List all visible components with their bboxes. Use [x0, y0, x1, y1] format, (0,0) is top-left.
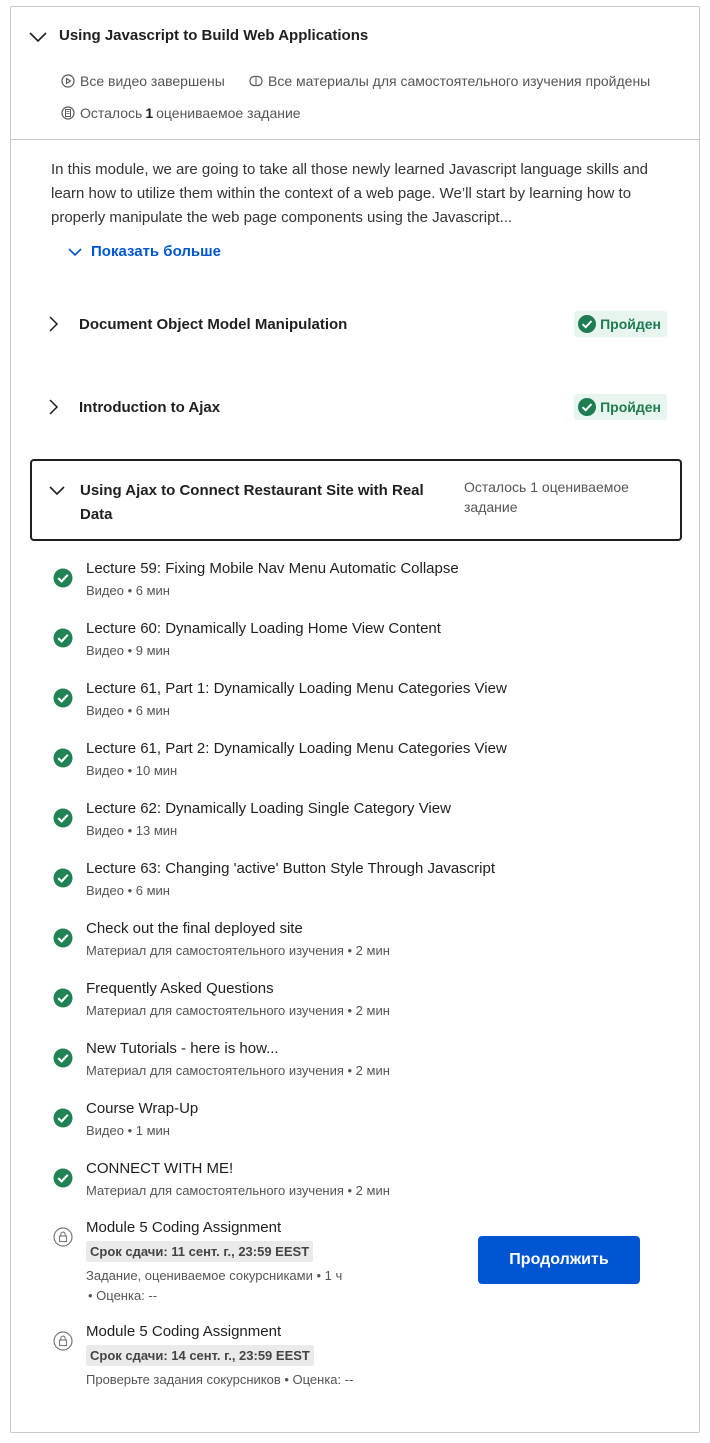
graded-status-count: 1: [145, 105, 154, 121]
module-header[interactable]: Using Javascript to Build Web Applicatio…: [11, 7, 699, 140]
graded-status-prefix: Осталось: [80, 105, 143, 121]
item-title: Lecture 61, Part 1: Dynamically Loading …: [86, 680, 507, 697]
item-title: Lecture 62: Dynamically Loading Single C…: [86, 800, 451, 817]
graded-status: Осталось 1 оцениваемое задание: [61, 105, 301, 121]
chevron-right-icon: [49, 399, 59, 415]
check-circle-icon: [53, 808, 73, 828]
book-icon: [249, 75, 263, 87]
readings-status: Все материалы для самостоятельного изуче…: [249, 73, 650, 89]
chevron-down-icon: [68, 247, 82, 256]
check-circle-icon: [53, 568, 73, 588]
item-meta: Видео • 6 мин: [86, 583, 170, 598]
item-title: Frequently Asked Questions: [86, 980, 274, 997]
assignment-meta: Задание, оцениваемое сокурсниками • 1 ч: [86, 1268, 343, 1283]
list-item[interactable]: Frequently Asked Questions Материал для с…: [51, 980, 671, 1028]
status-badge: Пройден: [574, 311, 667, 337]
active-lesson-remaining: Осталось 1 оцениваемое задание: [464, 479, 629, 515]
readings-status-text: Все материалы для самостоятельного изуче…: [268, 73, 651, 89]
item-title: Lecture 63: Changing 'active' Button Sty…: [86, 860, 496, 877]
check-circle-icon: [578, 315, 597, 333]
chevron-down-icon: [49, 486, 65, 496]
list-item[interactable]: Lecture 63: Changing 'active' Button Sty…: [51, 860, 671, 908]
item-title: CONNECT WITH ME!: [86, 1160, 234, 1177]
module-description: In this module, we are going to take all…: [51, 161, 649, 226]
videos-status: Все видео завершены: [61, 73, 225, 89]
assignment-item[interactable]: Module 5 Coding Assignment Срок сдачи: 1…: [51, 1323, 671, 1387]
item-meta: Материал для самостоятельного изучения •…: [86, 1003, 390, 1018]
deadline-badge: Срок сдачи: 11 сент. г., 23:59 EEST: [86, 1241, 314, 1262]
item-title: Lecture 59: Fixing Mobile Nav Menu Autom…: [86, 560, 459, 577]
continue-button[interactable]: Продолжить: [478, 1236, 640, 1284]
list-item[interactable]: Lecture 60: Dynamically Loading Home Vie…: [51, 620, 671, 668]
list-item[interactable]: Lecture 61, Part 2: Dynamically Loading …: [51, 740, 671, 788]
lesson-title: Introduction to Ajax: [79, 398, 221, 416]
lock-icon: [53, 1227, 73, 1247]
show-more-button[interactable]: Показать больше: [67, 243, 221, 260]
list-item[interactable]: CONNECT WITH ME! Материал для самостоятел…: [51, 1160, 671, 1208]
item-title: Lecture 61, Part 2: Dynamically Loading …: [86, 740, 507, 757]
check-circle-icon: [53, 628, 73, 648]
lesson-title: Document Object Model Manipulation: [79, 315, 348, 333]
status-badge-label: Пройден: [600, 399, 661, 415]
check-circle-icon: [53, 1168, 73, 1188]
check-circle-icon: [53, 868, 73, 888]
assignment-meta: Проверьте задания сокурсников • Оценка: …: [86, 1372, 354, 1387]
assignment-title: Module 5 Coding Assignment: [86, 1323, 282, 1340]
active-lesson-title: Using Ajax to Connect Restaurant Site wi…: [80, 482, 424, 523]
deadline-badge: Срок сдачи: 14 сент. г., 23:59 EEST: [86, 1345, 314, 1366]
item-title: Check out the final deployed site: [86, 920, 303, 937]
list-item[interactable]: Lecture 59: Fixing Mobile Nav Menu Autom…: [51, 560, 671, 608]
check-circle-icon: [53, 928, 73, 948]
list-item[interactable]: Lecture 62: Dynamically Loading Single C…: [51, 800, 671, 848]
active-lesson-header[interactable]: Using Ajax to Connect Restaurant Site wi…: [30, 459, 682, 541]
module-title: Using Javascript to Build Web Applicatio…: [59, 27, 369, 44]
item-meta: Материал для самостоятельного изучения •…: [86, 1183, 390, 1198]
assignment-title: Module 5 Coding Assignment: [86, 1219, 282, 1236]
list-item[interactable]: Course Wrap-Up Видео • 1 мин: [51, 1100, 671, 1148]
status-badge: Пройден: [574, 394, 667, 420]
item-meta: Материал для самостоятельного изучения •…: [86, 943, 390, 958]
item-meta: Материал для самостоятельного изучения •…: [86, 1063, 390, 1078]
list-item[interactable]: New Tutorials - here is how... Материал д…: [51, 1040, 671, 1088]
item-title: New Tutorials - here is how...: [86, 1040, 279, 1057]
list-item[interactable]: Check out the final deployed site Материа…: [51, 920, 671, 968]
assignment-icon: [61, 106, 75, 120]
check-circle-icon: [53, 988, 73, 1008]
chevron-down-icon[interactable]: [28, 27, 48, 47]
graded-status-suffix: оцениваемое задание: [156, 105, 301, 121]
videos-status-text: Все видео завершены: [80, 73, 225, 89]
check-circle-icon: [578, 398, 597, 416]
assignment-grade: • Оценка: --: [88, 1288, 158, 1303]
check-circle-icon: [53, 688, 73, 708]
lesson-row-dom-manipulation[interactable]: Document Object Model Manipulation Пройд…: [45, 304, 667, 344]
item-title: Lecture 60: Dynamically Loading Home Vie…: [86, 620, 441, 637]
lock-icon: [53, 1331, 73, 1351]
show-more-label: Показать больше: [91, 243, 221, 260]
status-badge-label: Пройден: [600, 316, 661, 332]
lesson-row-intro-ajax[interactable]: Introduction to Ajax Пройден: [45, 387, 667, 427]
item-meta: Видео • 6 мин: [86, 883, 170, 898]
module-card: Using Javascript to Build Web Applicatio…: [10, 6, 700, 1433]
check-circle-icon: [53, 748, 73, 768]
chevron-right-icon: [49, 316, 59, 332]
item-meta: Видео • 6 мин: [86, 703, 170, 718]
item-meta: Видео • 13 мин: [86, 823, 178, 838]
item-meta: Видео • 9 мин: [86, 643, 170, 658]
item-meta: Видео • 1 мин: [86, 1123, 170, 1138]
list-item[interactable]: Lecture 61, Part 1: Dynamically Loading …: [51, 680, 671, 728]
item-meta: Видео • 10 мин: [86, 763, 178, 778]
play-icon: [61, 74, 75, 88]
item-title: Course Wrap-Up: [86, 1100, 199, 1117]
check-circle-icon: [53, 1108, 73, 1128]
check-circle-icon: [53, 1048, 73, 1068]
